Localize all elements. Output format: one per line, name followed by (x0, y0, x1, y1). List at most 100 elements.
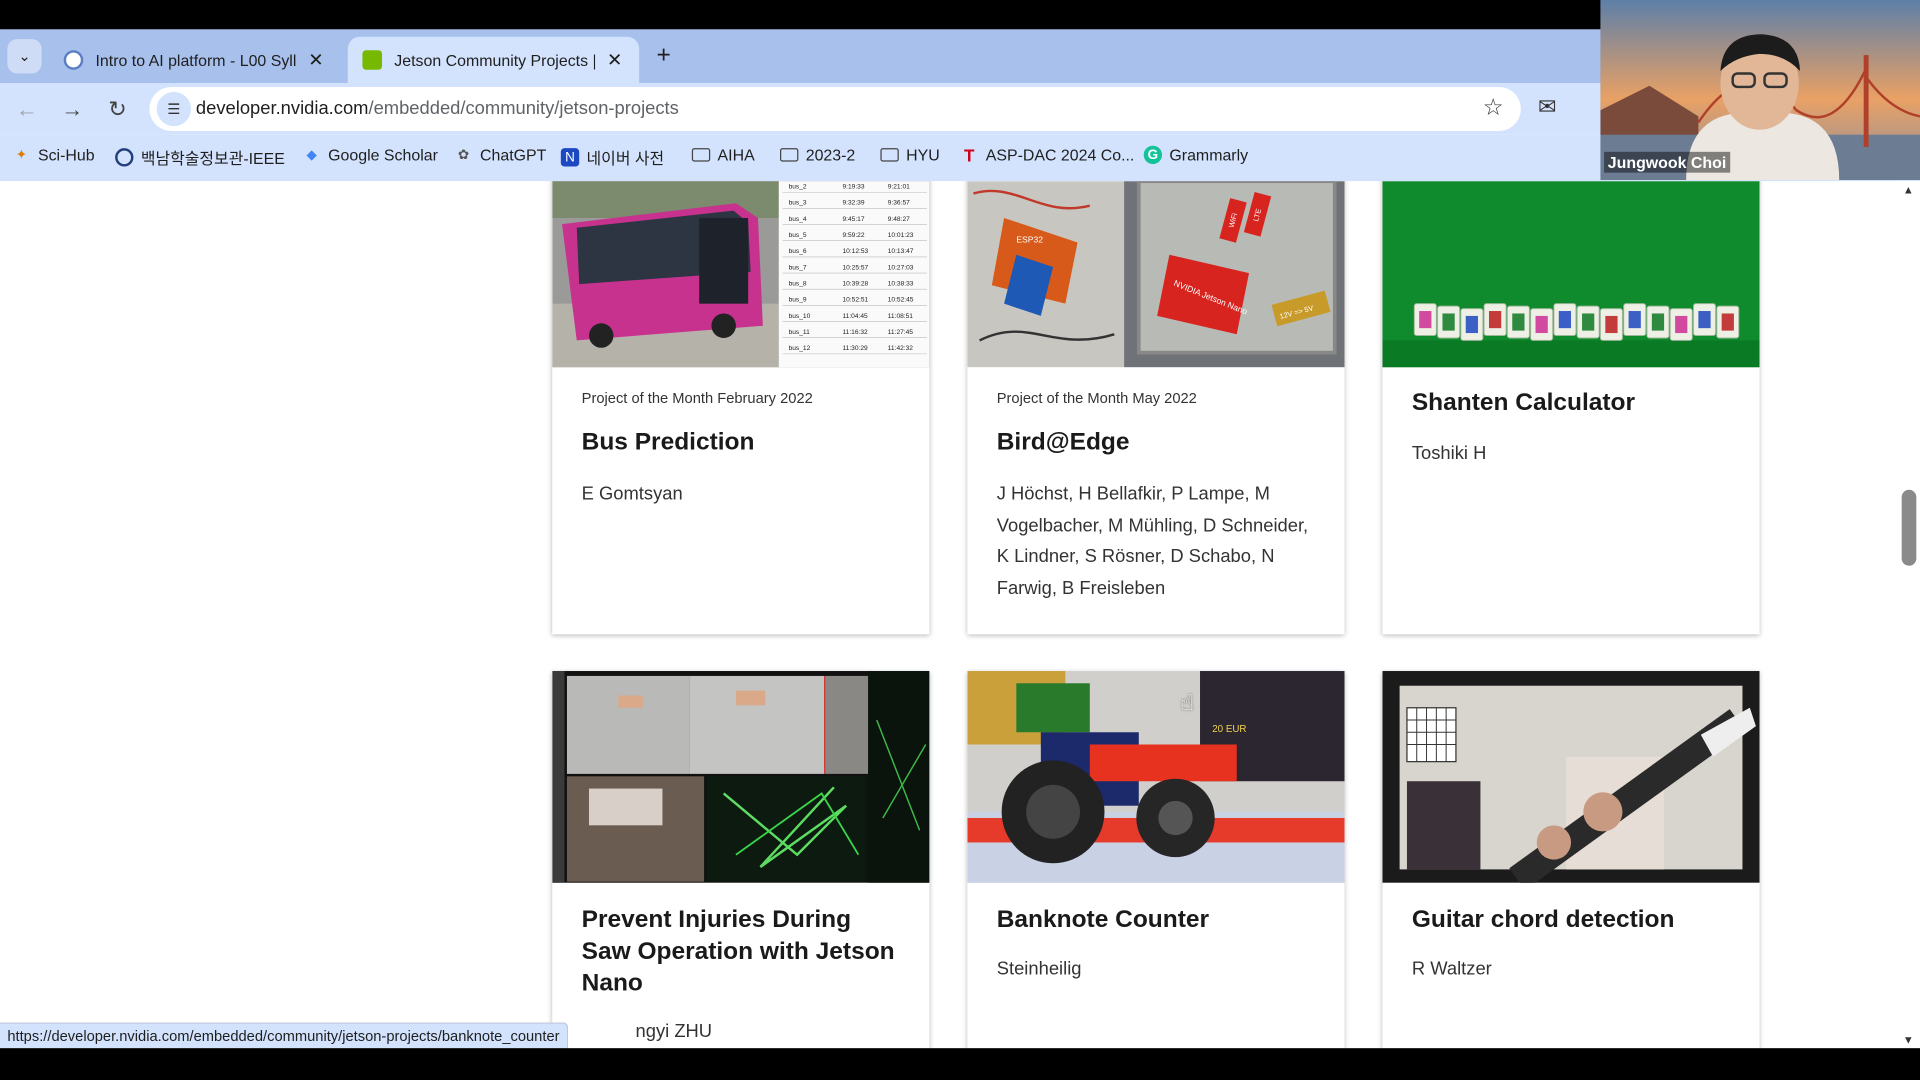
bus-table-cell: 11:16:32 (842, 329, 868, 336)
bus-table-cell: 10:12:53 (842, 248, 868, 255)
project-card-bird-edge[interactable]: ESP32 WiFi LTE NVIDIA Jetson Nano 12V =>… (967, 181, 1345, 635)
bus-table-cell: 11:27:45 (888, 329, 914, 336)
bookmark-label: 2023-2 (805, 145, 856, 165)
bookmark-label: ChatGPT (480, 145, 547, 165)
address-bar[interactable]: ☰ developer.nvidia.com/embedded/communit… (149, 86, 1521, 132)
reload-button[interactable]: ↻ (102, 93, 134, 125)
mahjong-tile-mark (1488, 311, 1502, 329)
video-call-tile[interactable]: Jungwook Choi (1600, 0, 1920, 181)
scroll-down-arrow-icon[interactable]: ▼ (1903, 1033, 1914, 1045)
back-button[interactable]: ← (11, 93, 43, 125)
banknote-counter-image: 20 EUR (967, 671, 1345, 883)
bus-table-cell: 11:08:51 (888, 313, 914, 320)
mahjong-tile-mark (1535, 315, 1548, 334)
shanten-photo (1382, 181, 1760, 368)
bookmark-star-icon[interactable]: ☆ (1483, 94, 1504, 122)
guitar-chord-image (1382, 671, 1760, 883)
prevent-injuries-photo (552, 671, 930, 883)
chatgpt-icon: ✿ (457, 148, 470, 163)
bookmark-aspdac[interactable]: T ASP-DAC 2024 Co... (960, 145, 1134, 165)
bookmark-chatgpt[interactable]: ✿ ChatGPT (454, 145, 547, 165)
project-title[interactable]: Bus Prediction (582, 426, 900, 458)
project-title[interactable]: Guitar chord detection (1412, 904, 1730, 936)
tab-jetson-projects[interactable]: Jetson Community Projects | N ✕ (347, 36, 640, 84)
lms-favicon-icon (63, 50, 84, 70)
project-title[interactable]: Banknote Counter (997, 904, 1315, 936)
forward-button[interactable]: → (56, 93, 88, 125)
project-card-banknote-counter[interactable]: 20 EUR Banknote Counter Steinheilig (967, 671, 1345, 1049)
library-icon (115, 148, 134, 167)
site-info-button[interactable]: ☰ (156, 91, 192, 127)
project-card-bus-prediction[interactable]: bus_2 9:19:33 9:21:01 bus_3 9:32:39 9:36:57 bu… (552, 181, 930, 635)
bookmark-folder-hyu[interactable]: HYU (880, 146, 940, 164)
plus-icon: + (656, 41, 671, 69)
bus-table-cell: bus_7 (789, 264, 807, 271)
tab-search-button[interactable]: ⌄ (7, 39, 42, 74)
bus-table-cell: bus_3 (789, 200, 807, 207)
esp32-label: ESP32 (1016, 234, 1043, 244)
bookmark-naver-dict[interactable]: N 네이버 사전 (560, 146, 664, 169)
screen-bottom-strip (0, 1048, 1920, 1080)
bookmark-scihub[interactable]: ✦ Sci-Hub (12, 146, 95, 164)
bus-table-cell: 10:52:45 (888, 297, 914, 304)
project-authors: R Waltzer (1411, 958, 1492, 980)
page-scrollbar[interactable]: ▲ ▼ (1897, 181, 1920, 1049)
euro-label: 20 EUR (1212, 724, 1246, 735)
bookmark-folder-aiha[interactable]: AIHA (691, 145, 755, 165)
link-status-bar: https://developer.nvidia.com/embedded/co… (0, 1022, 569, 1051)
bus-table-cell: 9:21:01 (888, 184, 910, 191)
project-title[interactable]: Shanten Calculator (1412, 387, 1730, 419)
bookmark-google-scholar[interactable]: ◆ Google Scholar (302, 146, 437, 164)
project-authors: Steinheilig (996, 958, 1082, 980)
project-kicker: Project of the Month February 2022 (581, 389, 813, 407)
bookmark-grammarly[interactable]: G Grammarly (1143, 145, 1248, 165)
new-tab-button[interactable]: + (649, 42, 678, 71)
scroll-up-arrow-icon[interactable]: ▲ (1903, 184, 1914, 196)
bookmark-label: Google Scholar (328, 145, 438, 165)
project-card-guitar-chord[interactable]: Guitar chord detection R Waltzer (1382, 671, 1760, 1049)
bus-table-cell: 10:27:03 (888, 264, 914, 271)
bus-table-cell: 10:01:23 (888, 232, 914, 239)
mahjong-tile-mark (1582, 313, 1595, 331)
mouse-cursor-icon: ☝ (1180, 690, 1194, 716)
project-title[interactable]: Bird@Edge (997, 426, 1315, 458)
mahjong-tile-mark (1419, 311, 1432, 329)
folder-icon (880, 148, 899, 162)
project-card-shanten-calculator[interactable]: Shanten Calculator Toshiki H (1382, 181, 1760, 635)
bird-edge-image: ESP32 WiFi LTE NVIDIA Jetson Nano 12V =>… (967, 181, 1345, 368)
bus-table-cell: 11:30:29 (842, 345, 868, 352)
bus-table-cell: 9:45:17 (842, 216, 864, 223)
arrow-left-icon: ← (15, 96, 38, 122)
bookmark-folder-2023-2[interactable]: 2023-2 (780, 146, 855, 164)
bus-table-cell: bus_6 (789, 248, 807, 255)
scrollbar-thumb[interactable] (1901, 489, 1917, 566)
url-path: /embedded/community/jetson-projects (368, 97, 679, 119)
mahjong-tile-mark (1605, 315, 1618, 334)
mahjong-tile-mark (1512, 313, 1525, 331)
mahjong-tile-mark (1675, 315, 1688, 334)
project-kicker: Project of the Month May 2022 (996, 389, 1197, 407)
bus-table-cell: bus_2 (789, 184, 807, 191)
mail-icon[interactable]: ✉ (1538, 94, 1556, 120)
participant-name: Jungwook Choi (1604, 151, 1730, 173)
mahjong-tile-mark (1651, 313, 1665, 331)
reload-icon: ↻ (108, 96, 127, 122)
arrow-right-icon: → (61, 96, 84, 122)
project-title[interactable]: Prevent Injuries During Saw Operation wi… (582, 904, 900, 1000)
bus-table-cell: bus_10 (789, 313, 811, 320)
tab-intro-ai[interactable]: Intro to AI platform - L00 Sylla ✕ (49, 37, 340, 84)
bookmark-label: AIHA (717, 145, 755, 165)
close-icon[interactable]: ✕ (306, 49, 326, 71)
bus-table-cell: 9:59:22 (842, 232, 864, 239)
folder-icon (780, 148, 799, 162)
screen: ⌄ Intro to AI platform - L00 Sylla ✕ Jet… (0, 0, 1920, 1080)
close-icon[interactable]: ✕ (605, 49, 625, 71)
project-authors: Toshiki H (1411, 443, 1487, 465)
folder-icon (691, 148, 711, 162)
bus-table-cell: bus_12 (789, 345, 811, 352)
bookmark-library-ieee[interactable]: 백남학술정보관-IEEE (115, 146, 285, 169)
url-text[interactable]: developer.nvidia.com/embedded/community/… (196, 98, 679, 119)
bus-table-cell: bus_5 (789, 232, 807, 239)
project-card-prevent-injuries[interactable]: Prevent Injuries During Saw Operation wi… (552, 671, 930, 1049)
mahjong-tile-mark (1698, 311, 1711, 329)
